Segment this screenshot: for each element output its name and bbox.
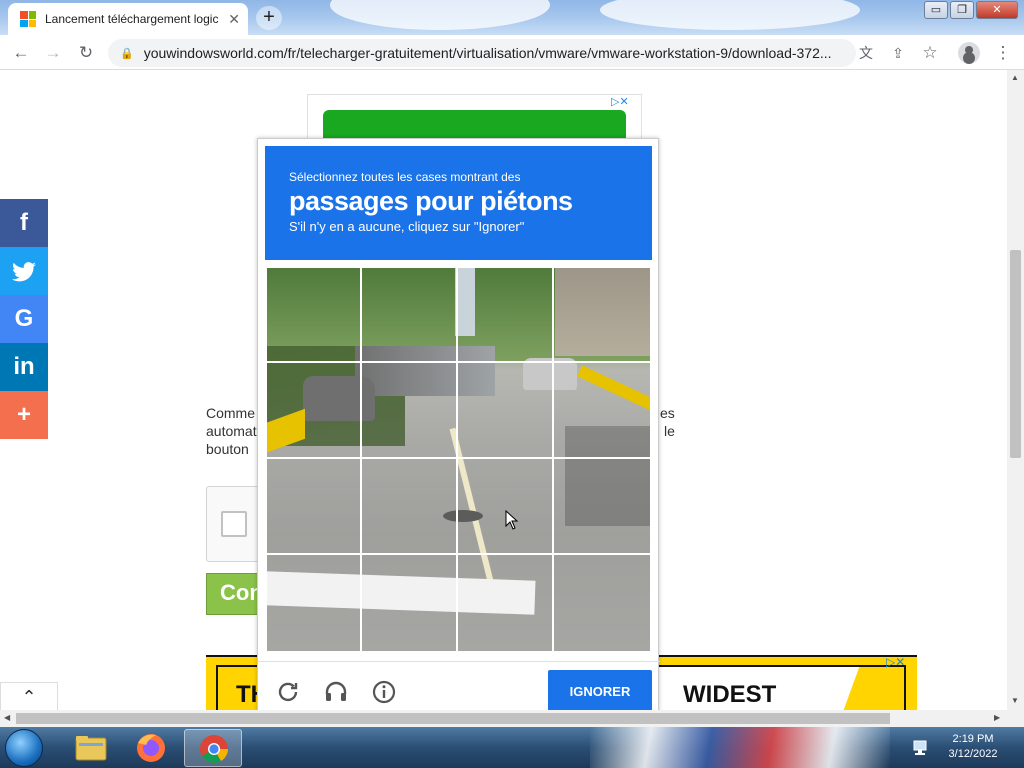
scroll-right-arrow-icon[interactable]: ▶ [994,713,1000,722]
linkedin-share-button[interactable]: in [0,343,48,391]
grid-tile-3[interactable] [456,266,554,363]
article-line: es [660,405,675,421]
close-tab-icon[interactable]: ✕ [228,11,240,28]
grid-tile-13[interactable] [265,553,362,653]
chrome-icon [200,735,228,763]
article-text-right: es le [660,404,675,440]
horizontal-scrollbar[interactable]: ◀ ▶ [0,710,1024,727]
challenge-header: Sélectionnez toutes les cases montrant d… [265,146,652,260]
url-text: youwindowsworld.com/fr/telecharger-gratu… [143,45,832,61]
grid-tile-2[interactable] [360,266,458,363]
grid-tile-9[interactable] [265,457,362,555]
top-advertisement[interactable]: ▷✕ [307,94,642,150]
google-share-button[interactable]: G [0,295,48,343]
taskbar-chrome-button[interactable] [184,729,242,767]
mouse-cursor-icon [505,510,519,530]
clock-date: 3/12/2022 [948,748,998,760]
bookmark-star-icon[interactable]: ☆ [920,43,940,63]
skip-button[interactable]: IGNORER [548,670,652,710]
browser-toolbar: ← → ↻ 🔒 youwindowsworld.com/fr/telecharg… [0,35,1024,70]
recaptcha-challenge-popup: Sélectionnez toutes les cases montrant d… [257,138,660,710]
menu-kebab-icon[interactable]: ⋮ [993,43,1013,63]
grid-tile-12[interactable] [552,457,652,555]
grid-tile-5[interactable] [265,361,362,459]
vertical-scroll-thumb[interactable] [1010,250,1021,458]
audio-challenge-icon[interactable] [324,680,348,704]
taskbar-explorer-button[interactable] [62,729,120,767]
grid-tile-6[interactable] [360,361,458,459]
recaptcha-checkbox[interactable] [221,511,247,537]
wallpaper-decoration [590,727,890,768]
taskbar-firefox-button[interactable] [122,729,180,767]
new-tab-button[interactable]: + [256,6,282,30]
social-share-bar: f G in + [0,199,48,439]
translate-icon[interactable]: 文 [856,43,876,63]
grid-tile-11[interactable] [456,457,554,555]
windows-taskbar: 2:19 PM 3/12/2022 [0,727,1024,768]
lock-icon[interactable]: 🔒 [120,47,134,60]
ad-choices-icon[interactable]: ▷✕ [886,655,905,669]
folder-icon [75,736,107,761]
plus-icon: + [16,401,31,428]
google-icon: G [14,305,34,332]
grid-tile-15[interactable] [456,553,554,653]
twitter-share-button[interactable] [0,247,48,295]
grid-tile-16[interactable] [552,553,652,653]
challenge-instruction: Sélectionnez toutes les cases montrant d… [289,170,521,184]
forward-arrow-icon[interactable]: → [43,43,63,63]
grid-tile-14[interactable] [360,553,458,653]
horizontal-scroll-thumb[interactable] [16,713,890,724]
scroll-up-arrow-icon[interactable]: ▲ [1011,73,1019,82]
vertical-scrollbar[interactable]: ▲ ▼ [1007,70,1024,710]
maximize-button[interactable]: ❐ [950,1,974,19]
grid-tile-7[interactable] [456,361,554,459]
twitter-icon [12,257,36,284]
reload-challenge-icon[interactable] [276,680,300,704]
close-window-button[interactable]: ✕ [976,1,1018,19]
tab-strip: Lancement téléchargement logic ✕ + ▭ ❐ ✕ [0,0,1024,35]
more-share-button[interactable]: + [0,391,48,439]
share-icon[interactable]: ⇪ [888,43,908,63]
minimize-button[interactable]: ▭ [924,1,948,19]
address-bar[interactable]: 🔒 youwindowsworld.com/fr/telecharger-gra… [108,39,856,67]
system-clock[interactable]: 2:19 PM 3/12/2022 [936,732,1010,762]
tab-title: Lancement téléchargement logic [45,12,219,26]
article-line: le [664,423,675,439]
challenge-footer: IGNORER [258,661,660,710]
firefox-icon [137,734,165,762]
ad-text-right: WIDEST [681,681,779,709]
challenge-target: passages pour piétons [289,186,573,216]
back-arrow-icon[interactable]: ← [11,43,31,63]
grid-tile-10[interactable] [360,457,458,555]
scroll-down-arrow-icon[interactable]: ▼ [1011,696,1019,705]
network-icon[interactable] [912,739,930,757]
sky-decoration [330,0,550,30]
browser-tab[interactable]: Lancement téléchargement logic ✕ [8,3,248,35]
facebook-share-button[interactable]: f [0,199,48,247]
scroll-left-arrow-icon[interactable]: ◀ [4,713,10,722]
page-viewport: ▷✕ Comme automat bouton es le Con TH WID… [0,70,1007,710]
clock-time: 2:19 PM [952,733,994,745]
info-icon[interactable] [372,680,396,704]
challenge-hint: S'il n'y en a aucune, cliquez sur "Ignor… [289,219,525,234]
ad-choices-icon[interactable]: ▷✕ [611,95,629,108]
challenge-image-grid [265,266,652,653]
start-button[interactable] [5,729,43,767]
facebook-icon: f [20,209,28,236]
grid-tile-8[interactable] [552,361,652,459]
sky-decoration [600,0,860,30]
grid-tile-4[interactable] [552,266,652,363]
grid-tile-1[interactable] [265,266,362,363]
microsoft-logo-icon [20,11,36,27]
reload-icon[interactable]: ↻ [76,43,96,63]
profile-avatar-icon[interactable] [958,42,980,64]
scroll-to-top-button[interactable]: ⌃ [0,682,58,710]
linkedin-icon: in [13,353,35,380]
